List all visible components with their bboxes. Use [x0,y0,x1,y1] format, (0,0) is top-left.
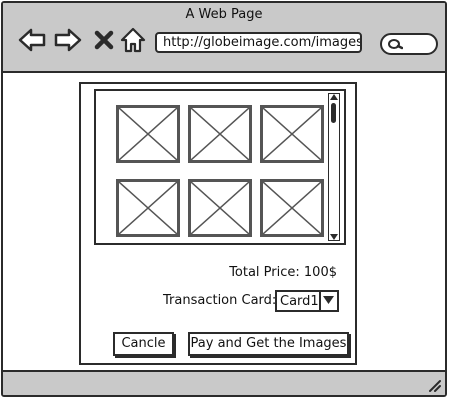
chevron-down-icon [323,296,334,304]
scroll-down-icon[interactable] [330,234,338,240]
card-select-dropdown[interactable] [319,292,337,310]
forward-button[interactable] [53,25,83,55]
image-thumbnail[interactable] [188,179,252,237]
transaction-card-select[interactable]: Card1 [275,290,339,312]
image-placeholder-icon [119,182,177,234]
cancel-button[interactable]: Cancle [113,332,174,356]
arrow-right-icon [54,28,82,52]
image-thumbnail[interactable] [260,179,324,237]
image-thumbnail[interactable] [116,105,180,163]
image-placeholder-icon [191,108,249,160]
browser-window: A Web Page http://globeimage.com/images/… [1,1,447,397]
image-placeholder-icon [191,182,249,234]
status-bar [3,370,445,395]
purchase-dialog: Total Price: 100$ Transaction Card: Card… [79,82,357,365]
home-button[interactable] [118,25,148,55]
close-icon [94,30,114,50]
image-gallery[interactable] [94,89,346,245]
card-select-value: Card1 [280,294,319,309]
url-input[interactable]: http://globeimage.com/images/1 [155,32,362,53]
page-content: Total Price: 100$ Transaction Card: Card… [3,73,445,370]
window-title: A Web Page [185,7,263,22]
image-thumbnail[interactable] [116,179,180,237]
stop-button[interactable] [89,25,119,55]
arrow-left-icon [18,28,46,52]
total-price: Total Price: 100$ [229,265,337,280]
transaction-card-label: Transaction Card: [163,293,277,308]
gallery-scrollbar[interactable] [328,93,340,241]
image-placeholder-icon [263,182,321,234]
browser-toolbar: A Web Page http://globeimage.com/images/… [3,3,445,73]
home-icon [120,27,146,53]
scroll-up-icon[interactable] [330,94,338,100]
pay-button[interactable]: Pay and Get the Images [188,332,349,356]
search-icon [388,39,403,50]
back-button[interactable] [17,25,47,55]
scroll-thumb[interactable] [331,103,336,123]
image-placeholder-icon [263,108,321,160]
image-thumbnail[interactable] [260,105,324,163]
resize-grip-icon[interactable] [427,378,441,392]
search-input[interactable] [380,33,438,55]
image-placeholder-icon [119,108,177,160]
image-thumbnail[interactable] [188,105,252,163]
